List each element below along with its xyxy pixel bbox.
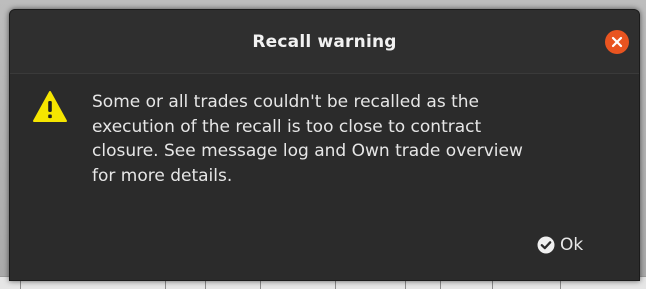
ok-button-label: Ok xyxy=(560,235,584,255)
ok-button[interactable]: Ok xyxy=(531,232,589,258)
dialog-title: Recall warning xyxy=(252,32,397,52)
warning-icon xyxy=(32,90,68,124)
close-button[interactable] xyxy=(605,30,629,54)
close-icon xyxy=(611,36,623,48)
dialog-titlebar[interactable]: Recall warning xyxy=(10,10,639,74)
recall-warning-dialog: Recall warning Some or all trades couldn… xyxy=(9,9,640,281)
warning-message: Some or all trades couldn't be recalled … xyxy=(92,92,523,186)
checkmark-circle-icon xyxy=(537,236,555,254)
